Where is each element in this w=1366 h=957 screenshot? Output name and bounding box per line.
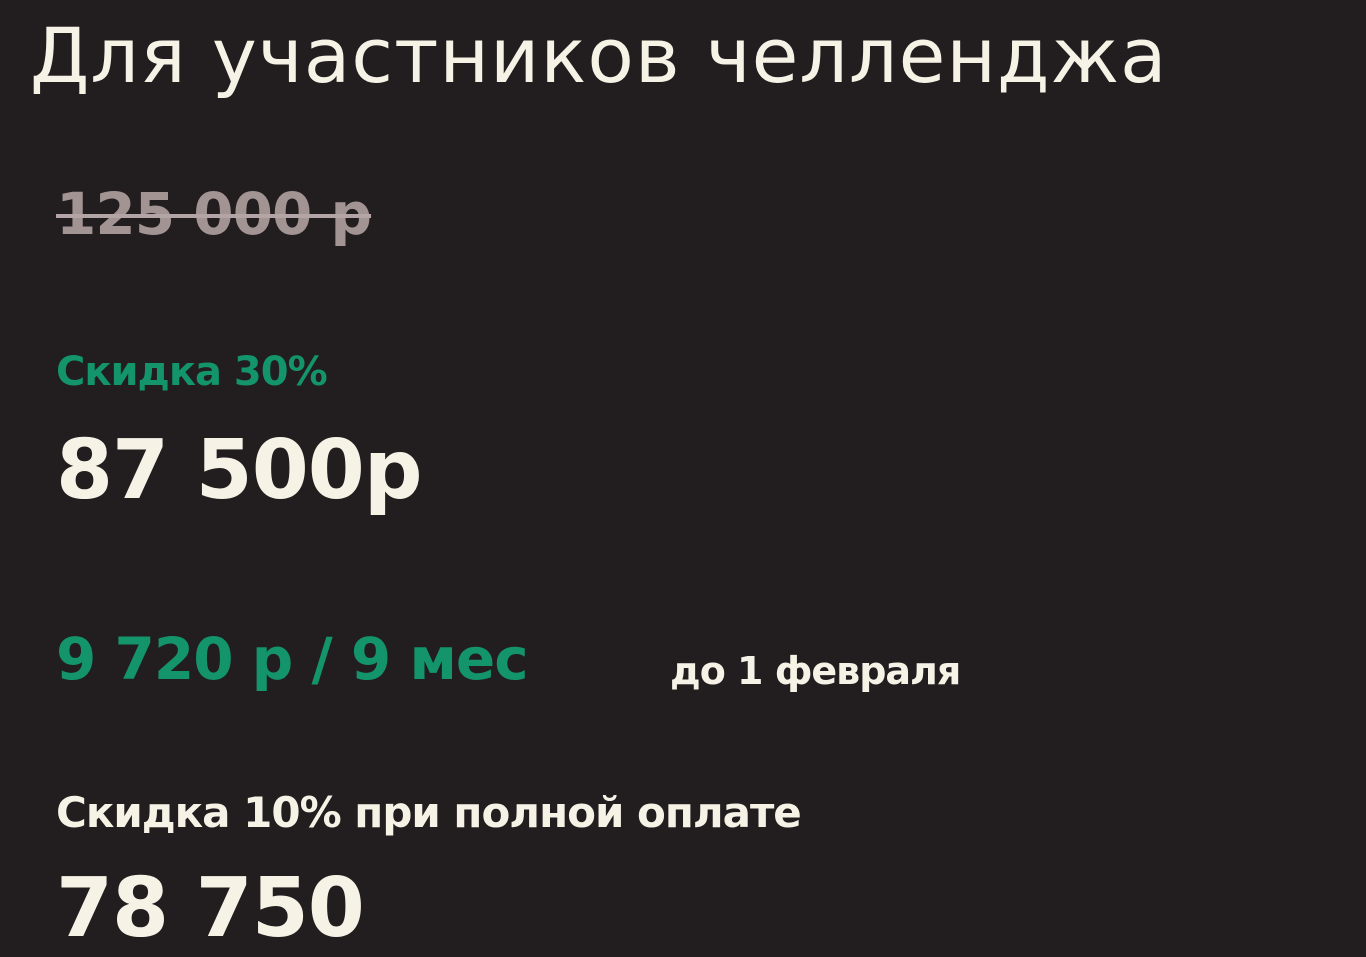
discount-price: 87 500р [56,423,423,518]
installment-deadline: до 1 февраля [670,649,961,693]
page-title: Для участников челленджа [30,11,1168,100]
full-payment-discount-label: Скидка 10% при полной оплате [56,788,802,837]
installment-price: 9 720 р / 9 мес [56,625,529,693]
discount-label: Скидка 30% [56,349,328,395]
full-payment-price: 78 750 [56,861,365,956]
old-price-strikethrough: 125 000 р [56,180,372,248]
